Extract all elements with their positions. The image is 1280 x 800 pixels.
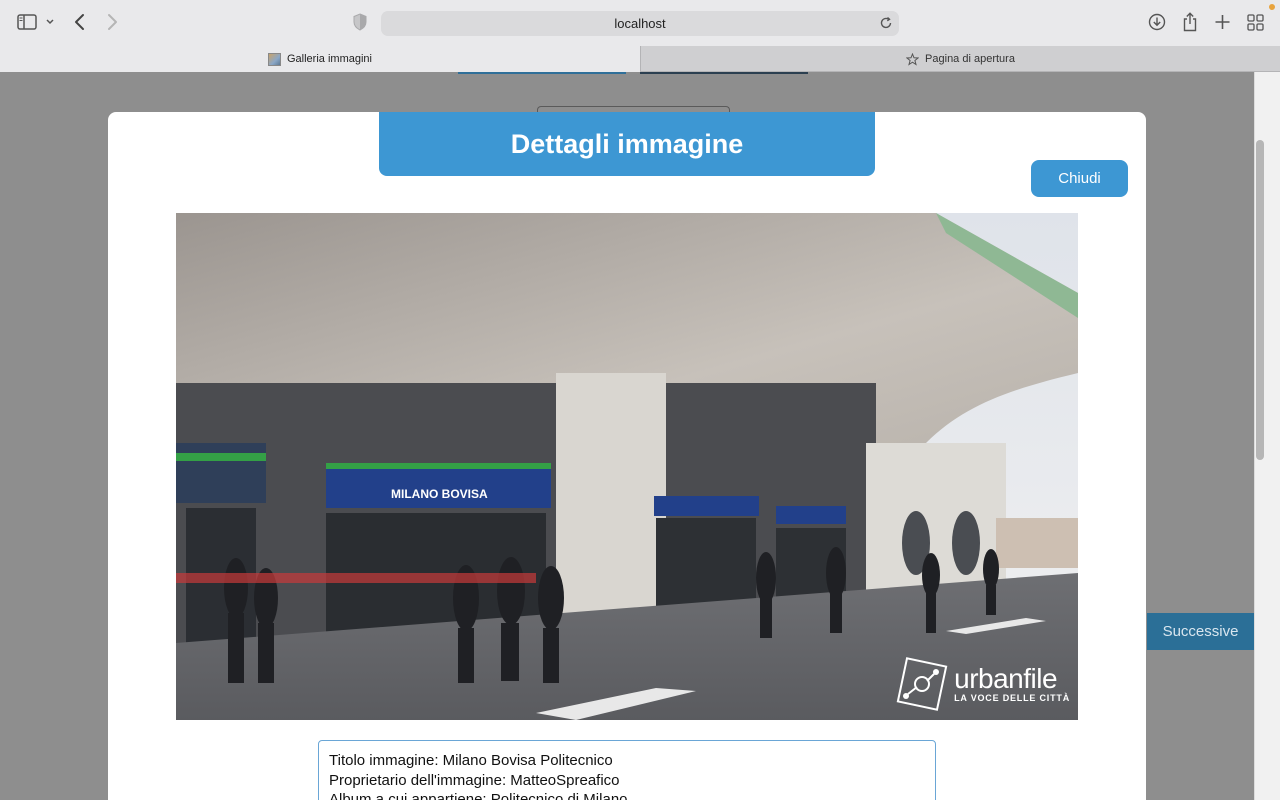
new-tab-icon[interactable] xyxy=(1214,13,1231,31)
back-arrow-icon[interactable] xyxy=(72,13,88,31)
image-info-box: Titolo immagine: Milano Bovisa Politecni… xyxy=(318,740,936,800)
tab-pagina-apertura[interactable]: Pagina di apertura xyxy=(640,46,1280,72)
image-title-line: Titolo immagine: Milano Bovisa Politecni… xyxy=(329,752,613,769)
image-owner-line: Proprietario dell'immagine: MatteoSpreaf… xyxy=(329,771,620,789)
privacy-shield-icon[interactable] xyxy=(352,13,368,31)
forward-arrow-icon[interactable] xyxy=(104,13,120,31)
background-button xyxy=(458,72,626,74)
watermark-tagline: LA VOCE DELLE CITTÀ xyxy=(954,693,1070,703)
notification-dot xyxy=(1269,4,1275,10)
url-text: localhost xyxy=(614,16,666,31)
browser-toolbar: localhost xyxy=(0,0,1280,46)
close-button[interactable]: Chiudi xyxy=(1031,160,1128,197)
scrollbar-thumb[interactable] xyxy=(1256,140,1264,460)
downloads-icon[interactable] xyxy=(1148,13,1166,31)
photo: MILANO BOVISA urbanfile LA VOCE DELLE CI… xyxy=(176,213,1078,720)
image-album-line: Album a cui appartiene: Politecnico di M… xyxy=(329,791,628,800)
chevron-down-icon[interactable] xyxy=(44,15,56,29)
station-photo-illustration: MILANO BOVISA xyxy=(176,213,1078,720)
station-sign: MILANO BOVISA xyxy=(391,487,488,501)
watermark: urbanfile LA VOCE DELLE CITTÀ xyxy=(892,656,1070,712)
reload-icon[interactable] xyxy=(879,16,893,30)
image-details-modal: Dettagli immagine Chiudi MILANO BOVISA u… xyxy=(108,112,1146,800)
address-bar[interactable]: localhost xyxy=(381,11,899,36)
sidebar-toggle-icon[interactable] xyxy=(17,14,37,30)
tab-label: Galleria immagini xyxy=(287,53,372,65)
modal-title: Dettagli immagine xyxy=(379,112,875,176)
tab-label: Pagina di apertura xyxy=(925,53,1015,65)
tab-overview-icon[interactable] xyxy=(1247,14,1264,31)
next-button[interactable]: Successive xyxy=(1147,613,1254,650)
urbanfile-logo-icon xyxy=(896,657,948,711)
tab-galleria[interactable]: Galleria immagini xyxy=(0,46,640,72)
share-icon[interactable] xyxy=(1181,12,1199,32)
background-button xyxy=(640,72,808,74)
favicon-icon xyxy=(268,52,281,66)
star-icon xyxy=(905,52,920,66)
page-overlay: Successive Dettagli immagine Chiudi MILA… xyxy=(0,72,1254,800)
tab-bar: Galleria immagini Pagina di apertura xyxy=(0,46,1280,72)
watermark-brand: urbanfile xyxy=(954,663,1058,694)
